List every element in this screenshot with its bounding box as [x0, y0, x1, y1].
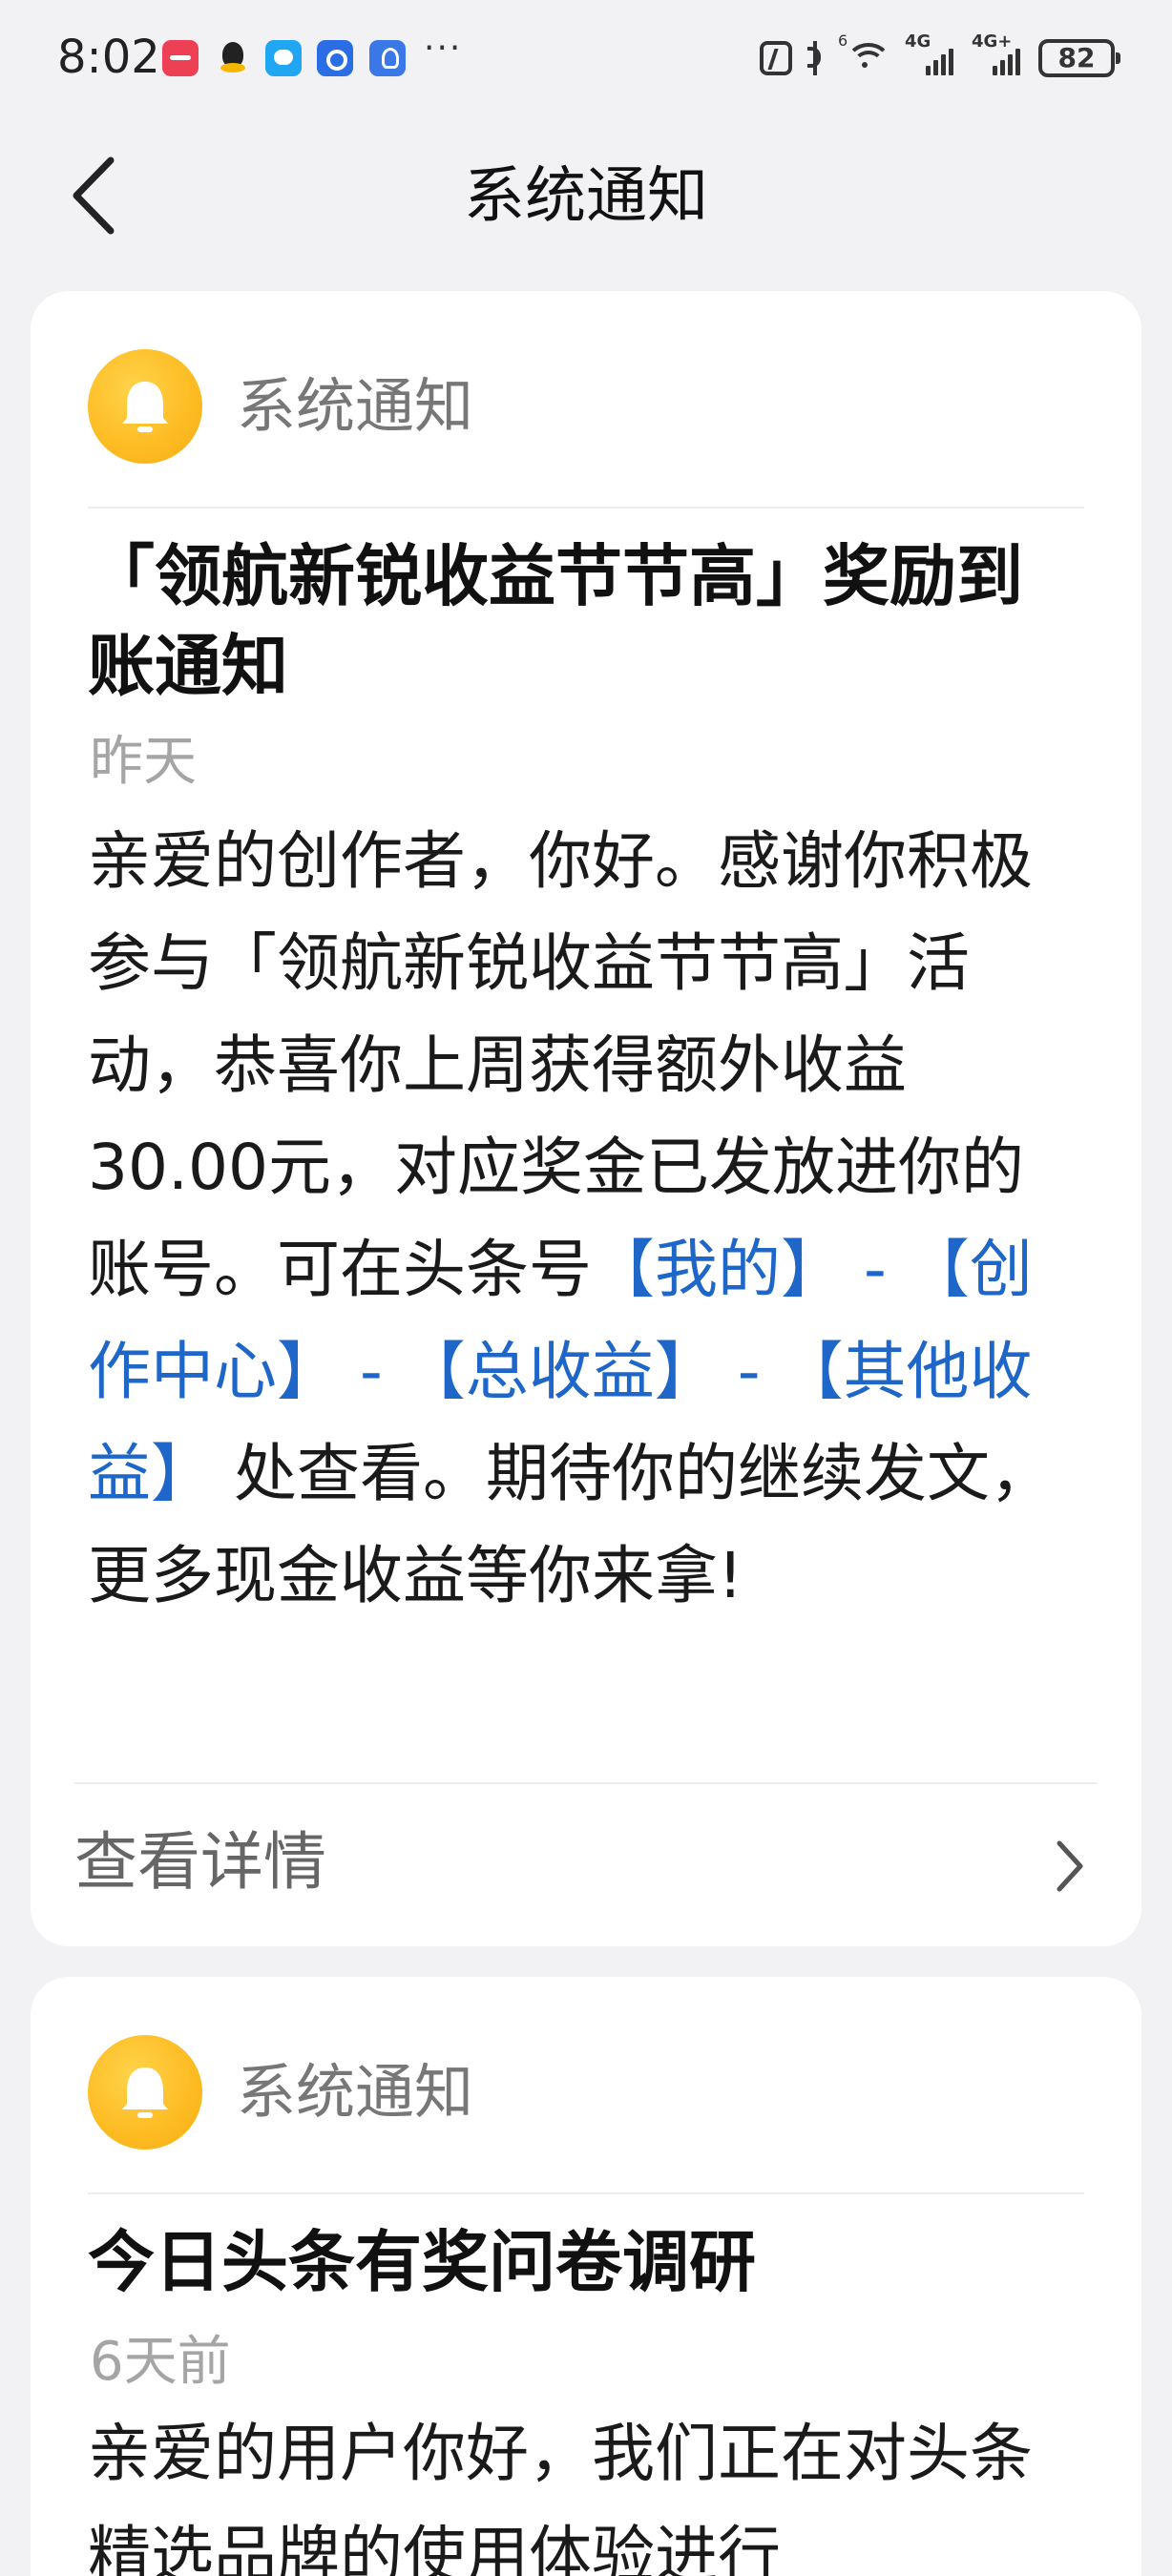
sender-name: 系统通知 [237, 2057, 474, 2127]
status-icons: 6 4G 4G+ 82 [760, 31, 1120, 82]
avatar [88, 2035, 202, 2150]
divider [88, 507, 1084, 509]
battery-level: 82 [1057, 42, 1096, 73]
message-app-icon [265, 40, 302, 76]
link-separator: - [844, 1233, 907, 1306]
page: 8:02 ··· 6 4G 4G+ 82 系统通知 系统通知 「领航新锐收益节节… [0, 0, 1172, 2576]
divider [88, 2192, 1084, 2194]
wifi-icon: 6 [838, 31, 891, 77]
bell-icon [122, 2067, 168, 2118]
header: 系统通知 [0, 124, 1172, 267]
card-header: 系统通知 [88, 348, 473, 465]
signal-label-1: 4G [905, 31, 931, 52]
nfc-icon [760, 41, 792, 75]
chevron-right-icon [1057, 1840, 1083, 1892]
notice-body: 亲爱的用户你好，我们正在对头条精选品牌的使用体验进行 [88, 2417, 1033, 2576]
link-total-earnings[interactable]: 【总收益】 [403, 1335, 718, 1408]
signal-icon-1: 4G [905, 31, 958, 77]
signal-icon-2: 4G+ [972, 31, 1025, 77]
notification-card[interactable]: 系统通知 今日头条有奖问卷调研 6天前 亲爱的用户你好，我们正在对头条精选品牌的… [31, 1977, 1141, 2576]
notification-card[interactable]: 系统通知 「领航新锐收益节节高」奖励到账通知 昨天 亲爱的创作者，你好。感谢你积… [31, 291, 1141, 1946]
link-separator: - [717, 1335, 781, 1408]
link-mine[interactable]: 【我的】 [592, 1233, 844, 1306]
qq-app-icon [215, 40, 251, 76]
bulb-app-icon [369, 40, 406, 76]
bluetooth-icon [806, 39, 825, 77]
body-text-end: 处查看。期待你的继续发文，更多现金收益等你来拿! [88, 1437, 1053, 1612]
notice-body: 亲爱的创作者，你好。感谢你积极参与「领航新锐收益节节高」活动，恭喜你上周获得额外… [88, 810, 1084, 1627]
wifi-label: 6 [838, 31, 848, 50]
avatar [88, 349, 202, 464]
page-title: 系统通知 [464, 161, 708, 232]
status-bar: 8:02 ··· 6 4G 4G+ 82 [0, 0, 1172, 116]
sender-name: 系统通知 [237, 371, 474, 441]
view-details-button[interactable]: 查看详情 [31, 1784, 1141, 1946]
notice-time: 6天前 [90, 2331, 231, 2393]
notice-time: 昨天 [90, 731, 197, 793]
card-header: 系统通知 [88, 2034, 473, 2150]
link-separator: - [340, 1335, 403, 1408]
browser-app-icon [317, 40, 353, 76]
huawei-app-icon [162, 40, 199, 76]
status-time: 8:02 [57, 31, 160, 84]
more-notifications-icon: ··· [424, 29, 463, 68]
notice-title: 「领航新锐收益节节高」奖励到账通知 [88, 537, 1023, 705]
view-details-label: 查看详情 [74, 1825, 326, 1899]
notice-title: 今日头条有奖问卷调研 [88, 2223, 756, 2301]
bell-icon [122, 382, 168, 432]
battery-icon: 82 [1038, 39, 1120, 77]
signal-label-2: 4G+ [972, 31, 1013, 52]
